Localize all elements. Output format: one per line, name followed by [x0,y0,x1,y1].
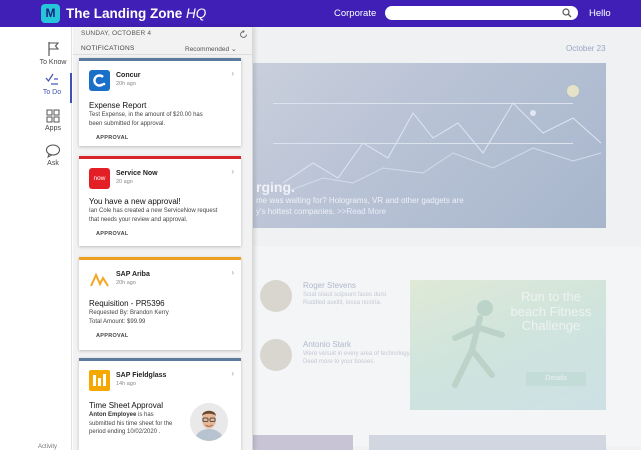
bottom-tile[interactable] [369,435,606,450]
person-desc: Were velsuit in every area of technology… [303,351,411,357]
approval-button[interactable]: APPROVAL [96,135,129,141]
hero-graph-art [283,85,602,194]
concur-logo-icon [89,70,110,91]
search-icon[interactable] [562,8,572,18]
approval-button[interactable]: APPROVAL [96,333,129,339]
person-name: Roger Stevens [303,281,356,290]
search-input[interactable] [385,6,578,20]
apps-grid-icon [46,109,60,123]
card-app-name: SAP Ariba [116,271,150,278]
sort-dropdown[interactable]: Recommended ⌄ [185,45,237,53]
bottom-tile[interactable] [253,435,353,450]
notifications-panel: SUNDAY, OCTOBER 4 NOTIFICATIONS Recommen… [73,27,253,450]
card-time: 20 ago [116,179,133,185]
card-body-line: been submitted for approval. [89,120,166,127]
greeting-text: Hello [589,8,611,19]
card-time: 20h ago [116,280,136,286]
chat-icon [45,144,61,158]
top-header-bar: M The Landing Zone HQ Corporate Hello [0,0,641,27]
chevron-right-icon[interactable]: › [231,268,234,277]
card-body-line: Requested By: Brandon Kerry [89,310,169,316]
refresh-icon[interactable] [239,30,248,39]
card-title: Requisition - PR5396 [89,299,165,308]
notification-card[interactable]: Concur 20h ago › Expense Report Test Exp… [79,58,241,146]
nav-item-ask[interactable]: Ask [34,144,72,184]
person-name: Antonio Stark [303,340,352,349]
servicenow-logo-icon: now [89,168,110,189]
notification-card[interactable]: now Service Now 20 ago › You have a new … [79,156,241,246]
card-title: Time Sheet Approval [89,401,163,410]
chevron-right-icon[interactable]: › [231,69,234,78]
notifications-title: NOTIFICATIONS [81,45,135,52]
app-title-suffix: HQ [186,6,207,21]
card-time: 20h ago [116,81,136,87]
person-desc: Deed more to your bosses. [303,359,376,365]
card-title: Expense Report [89,101,147,110]
sap-ariba-logo-icon [89,269,110,290]
chevron-right-icon[interactable]: › [231,369,234,378]
app-logo[interactable]: M [41,4,60,23]
sort-value: Recommended [185,46,230,53]
card-body-line: Ian Cole has created a new ServiceNow re… [89,208,218,214]
notification-card[interactable]: SAP Fieldglass 14h ago › Time Sheet Appr… [79,358,241,450]
card-body-line: that needs your review and approval. [89,216,188,223]
background-date: October 23 [566,44,606,53]
card-body-line: Total Amount: $99.99 [89,318,146,325]
nav-label: Ask [47,160,59,167]
background-page: October 23 rging. me was waiting for? Ho… [253,27,641,450]
nav-item-to-do[interactable]: To Do [34,73,72,103]
nav-item-apps[interactable]: Apps [34,109,72,149]
avatar [260,280,292,312]
card-title: You have a new approval! [89,197,181,206]
person-desc: Ruddled auxilit, iocea nostria. [303,300,382,306]
approval-button[interactable]: APPROVAL [96,231,129,237]
card-body-text: is has [136,412,154,418]
activity-label[interactable]: Activity [38,444,57,450]
fitness-promo-card[interactable]: Run to the beach Fitness Challenge Detai… [410,280,606,410]
app-title: The Landing Zone HQ [66,6,206,21]
corporate-link[interactable]: Corporate [334,8,376,19]
card-body-line: period ending 10/02/2020 . [89,429,161,435]
nav-label: To Do [42,89,62,96]
checklist-icon [45,73,58,85]
card-body-line: Anton Employee is has [89,411,154,420]
nav-label: To Know [39,59,67,66]
avatar [260,339,292,371]
hero-text: me was waiting for? Holograms, VR and ot… [256,196,464,205]
promo-title: Run to the beach Fitness Challenge [510,289,592,333]
card-app-name: Concur [116,72,141,79]
card-time: 14h ago [116,381,136,387]
hero-text: y's hottest companies. >>Read More [256,207,386,216]
card-app-name: SAP Fieldglass [116,372,167,379]
person-desc: Sciat sitaut scipsunt faces duisi [303,292,387,298]
read-more-link[interactable]: >>Read More [337,207,386,216]
employee-name: Anton Employee [89,412,137,418]
sap-fieldglass-logo-icon [89,370,110,391]
app-title-main: The Landing Zone [66,6,183,21]
promo-details-button[interactable]: Details [526,372,586,386]
hero-text-line: y's hottest companies. [256,207,335,216]
nav-label: Apps [45,125,61,132]
panel-date: SUNDAY, OCTOBER 4 [81,30,152,37]
card-body-line: Test Expense, in the amount of $20.00 ha… [89,112,203,118]
flag-icon [48,42,60,56]
left-nav: To Know To Do Apps Ask [34,27,72,450]
card-app-name: Service Now [116,170,158,177]
hero-title: rging. [256,179,295,195]
chevron-right-icon[interactable]: › [231,167,234,176]
notification-card[interactable]: SAP Ariba 20h ago › Requisition - PR5396… [79,257,241,350]
panel-divider [73,54,252,55]
card-body-line: submitted his time sheet for the [89,420,173,427]
chevron-down-icon: ⌄ [230,46,237,53]
employee-avatar [190,403,228,441]
